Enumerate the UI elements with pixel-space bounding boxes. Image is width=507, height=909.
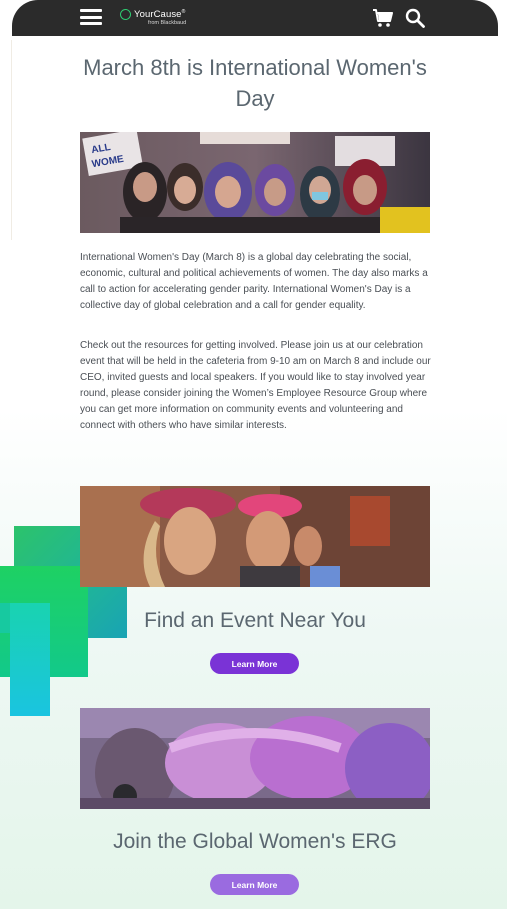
details-paragraph: Check out the resources for getting invo…: [80, 340, 431, 431]
logo-name: YourCause: [134, 9, 182, 21]
event-photo: [80, 486, 430, 587]
logo-tagline: from Blackbaud: [148, 20, 187, 27]
yourcause-logo[interactable]: YourCause® from Blackbaud: [120, 7, 186, 27]
top-navigation-bar: YourCause® from Blackbaud: [12, 0, 498, 36]
logo-registered-mark: ®: [181, 9, 186, 15]
card-title-join-erg: Join the Global Women's ERG: [113, 830, 397, 853]
card-title-find-event: Find an Event Near You: [144, 609, 366, 632]
left-edge-divider: [0, 40, 12, 240]
join-erg-learn-more-button[interactable]: Learn More: [210, 874, 299, 895]
page-title: March 8th is International Women's Day: [83, 55, 427, 111]
find-event-learn-more-button[interactable]: Learn More: [210, 653, 299, 674]
hamburger-icon[interactable]: [80, 9, 102, 25]
intro-paragraph: International Women's Day (March 8) is a…: [80, 252, 428, 311]
erg-photo: [80, 708, 430, 809]
logo-ring-icon: [120, 9, 131, 20]
cart-icon[interactable]: [372, 8, 394, 28]
search-icon[interactable]: [405, 8, 425, 28]
womens-march-photo: ALL WOME: [80, 132, 430, 233]
decorative-bar: [10, 603, 50, 716]
decorative-edge: [0, 603, 10, 633]
